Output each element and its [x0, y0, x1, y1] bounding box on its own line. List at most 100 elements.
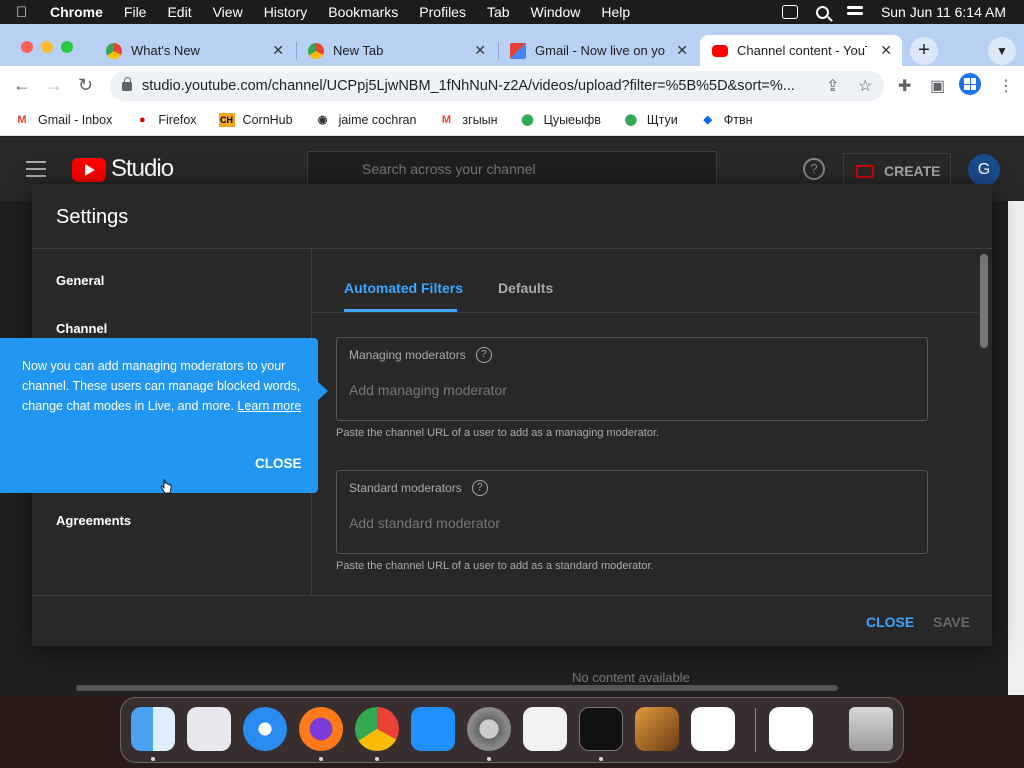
close-tab-icon[interactable]: ✕ [676, 42, 688, 59]
standard-moderator-input[interactable] [349, 511, 909, 535]
profile-windows-icon[interactable] [959, 73, 981, 95]
standard-moderators-label: Standard moderators? [349, 480, 488, 496]
bookmark-label: Цуыеыфв [543, 112, 601, 127]
system-preferences-icon[interactable] [467, 707, 511, 751]
avatar[interactable]: G [968, 154, 1000, 186]
dropbox-icon: ◆ [703, 113, 712, 126]
managing-moderators-tooltip: Now you can add managing moderators to y… [0, 338, 328, 493]
control-center-icon[interactable] [846, 6, 863, 18]
bookmark-label: Щтуи [646, 112, 678, 127]
gmail-icon: M [17, 113, 27, 126]
close-tab-icon[interactable]: ✕ [880, 42, 892, 59]
menu-bookmarks[interactable]: Bookmarks [328, 4, 398, 20]
tab-defaults[interactable]: Defaults [498, 280, 553, 296]
tab-automated-filters[interactable]: Automated Filters [344, 280, 463, 296]
share-icon[interactable]: ⇪ [826, 76, 839, 96]
new-tab-button[interactable]: + [910, 37, 938, 65]
bookmark-gmail-inbox[interactable]: M Gmail - Inbox [14, 113, 112, 127]
menu-help[interactable]: Help [601, 4, 630, 20]
channel-search-input[interactable]: Search across your channel [307, 151, 717, 187]
garageband-icon[interactable] [635, 707, 679, 751]
studio-logo-text[interactable]: Studio [111, 155, 174, 183]
close-tab-icon[interactable]: ✕ [474, 42, 486, 59]
launchpad-icon[interactable] [187, 707, 231, 751]
managing-moderator-input[interactable] [349, 378, 909, 402]
finder-icon[interactable] [131, 707, 175, 751]
close-button[interactable]: CLOSE [866, 614, 914, 630]
bookmark-star-icon[interactable]: ☆ [858, 76, 872, 96]
help-question-icon[interactable]: ? [475, 347, 492, 363]
settings-nav-general[interactable]: General [56, 273, 104, 288]
visual-studio-icon[interactable] [769, 707, 813, 751]
bookmark-firefox[interactable]: ● Firefox [134, 113, 197, 127]
chrome-icon[interactable] [355, 707, 399, 751]
page-scrollbar[interactable] [1008, 201, 1024, 695]
horizontal-scrollbar[interactable] [76, 685, 838, 691]
bookmark-dropbox[interactable]: ◆ Фтвн [700, 113, 753, 127]
terminal-icon[interactable] [579, 707, 623, 751]
managing-moderators-helper: Paste the channel URL of a user to add a… [336, 427, 660, 439]
bookmark-cornhub[interactable]: CH CornHub [218, 112, 293, 127]
settings-nav-agreements[interactable]: Agreements [56, 513, 131, 528]
tab-new-tab[interactable]: New Tab ✕ [296, 35, 496, 66]
safari-icon[interactable] [243, 707, 287, 751]
tooltip-message: Now you can add managing moderators to y… [22, 356, 302, 416]
bookmark-jaime-cochran[interactable]: ◉ jaime cochran [315, 113, 417, 127]
apple-menu-icon[interactable]:  [16, 4, 34, 21]
app-store-icon[interactable] [411, 707, 455, 751]
side-panel-icon[interactable]: ▣ [930, 76, 945, 96]
managing-moderators-field[interactable]: Managing moderators? [336, 337, 928, 421]
help-icon[interactable]: ? [803, 158, 825, 180]
learn-more-link[interactable]: Learn more [237, 399, 301, 413]
trash-icon[interactable] [849, 707, 893, 751]
address-bar[interactable]: studio.youtube.com/channel/UCPpj5LjwNBM_… [110, 71, 884, 101]
tab-whats-new[interactable]: What's New ✕ [94, 35, 294, 66]
menu-file[interactable]: File [124, 4, 147, 20]
forward-arrow-icon[interactable]: → [45, 75, 63, 96]
dialog-scrollbar[interactable] [980, 254, 988, 348]
menu-window[interactable]: Window [531, 4, 581, 20]
vscode-icon[interactable] [691, 707, 735, 751]
tab-channel-content[interactable]: Channel content - YouTu ✕ [700, 35, 902, 66]
gmail-icon: M [441, 113, 451, 126]
spotlight-search-icon[interactable] [815, 5, 829, 19]
menu-view[interactable]: View [213, 4, 243, 20]
menu-history[interactable]: History [264, 4, 308, 20]
dialog-title: Settings [56, 206, 129, 228]
extensions-puzzle-icon[interactable]: ✚ [898, 76, 911, 96]
menu-edit[interactable]: Edit [167, 4, 191, 20]
menu-app-name[interactable]: Chrome [50, 4, 103, 20]
help-question-icon[interactable]: ? [471, 480, 488, 496]
menubar-clock[interactable]: Sun Jun 11 6:14 AM [881, 4, 1006, 20]
bookmark-gmail-2[interactable]: Mзгыын [438, 113, 498, 127]
reload-icon[interactable]: ↻ [78, 75, 93, 96]
search-placeholder: Search across your channel [362, 161, 536, 177]
running-indicator [487, 757, 491, 761]
close-tab-icon[interactable]: ✕ [272, 42, 284, 59]
more-menu-icon[interactable]: ⋮ [998, 76, 1014, 96]
running-indicator [151, 757, 155, 761]
macos-dock [120, 697, 904, 763]
save-button[interactable]: SAVE [933, 614, 970, 630]
textedit-icon[interactable] [523, 707, 567, 751]
back-arrow-icon[interactable]: ← [13, 75, 31, 96]
bookmark-maps-2[interactable]: ⬤ Щтуи [623, 113, 678, 127]
tab-search-chevron-icon[interactable]: ▼ [988, 37, 1016, 65]
settings-nav-channel[interactable]: Channel [56, 321, 107, 336]
url-text[interactable]: studio.youtube.com/channel/UCPpj5LjwNBM_… [142, 78, 812, 94]
youtube-logo-icon[interactable] [72, 158, 106, 182]
minimize-window-button[interactable] [41, 41, 53, 53]
close-window-button[interactable] [21, 41, 33, 53]
bookmark-maps-1[interactable]: ⬤ Цуыеыфв [520, 113, 601, 127]
menu-tab[interactable]: Tab [487, 4, 510, 20]
standard-moderators-field[interactable]: Standard moderators? [336, 470, 928, 554]
screen-mirroring-icon[interactable] [781, 5, 798, 19]
maximize-window-button[interactable] [61, 41, 73, 53]
menu-profiles[interactable]: Profiles [419, 4, 466, 20]
lock-icon[interactable] [122, 76, 132, 91]
running-indicator [599, 757, 603, 761]
tooltip-close-button[interactable]: CLOSE [255, 456, 302, 471]
tab-gmail[interactable]: Gmail - Now live on your ✕ [498, 35, 698, 66]
firefox-icon[interactable] [299, 707, 343, 751]
hamburger-menu-icon[interactable] [26, 161, 46, 182]
